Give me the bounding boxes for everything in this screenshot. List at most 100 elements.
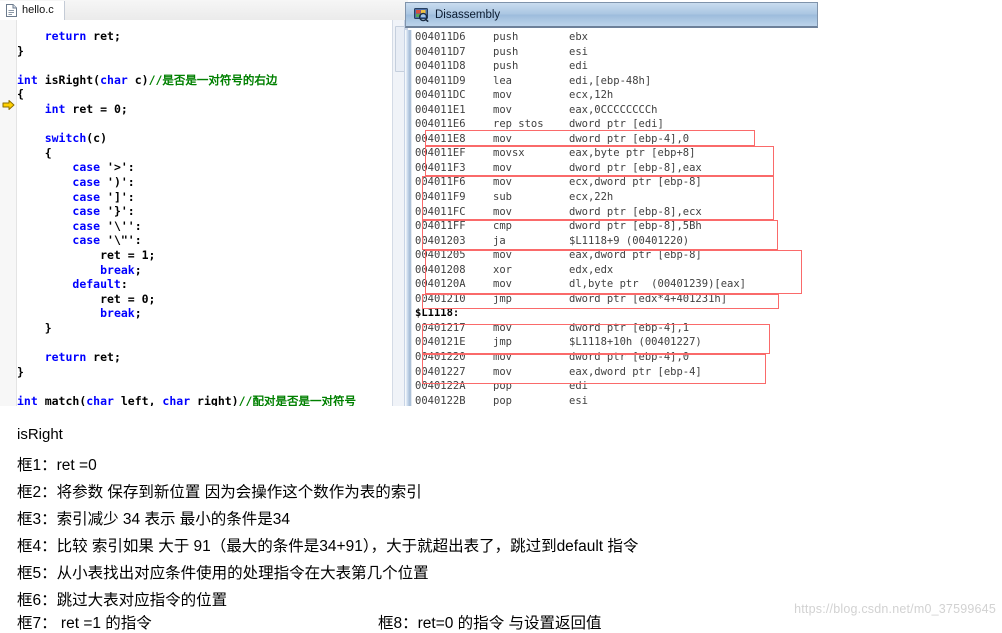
instruction-operands: ecx,12h bbox=[569, 89, 614, 102]
note-line-2: 框2：将参数 保存到新位置 因为会操作这个数作为表的索引 bbox=[17, 484, 422, 501]
code-line: case '}': bbox=[72, 204, 135, 219]
code-line: switch(c) bbox=[44, 131, 108, 146]
disassembly-row: 004011E1 mov eax,0CCCCCCCCh bbox=[415, 103, 1002, 118]
disassembly-listing[interactable]: 004011D6 push ebx 004011D7 push esi 004011D8 pu… bbox=[415, 30, 1002, 408]
disassembly-row: 004011D7 push esi bbox=[415, 45, 1002, 60]
code-line: int ret = 0; bbox=[44, 101, 128, 116]
editor-tab-strip: hello.c bbox=[0, 0, 408, 21]
instruction-mnemonic: push bbox=[493, 60, 519, 73]
instruction-mnemonic: lea bbox=[493, 74, 512, 87]
instruction-address: 004011F3 bbox=[415, 161, 466, 174]
document-icon bbox=[6, 3, 17, 17]
disassembly-window-icon bbox=[414, 7, 429, 22]
instruction-address: 004011F6 bbox=[415, 176, 466, 189]
code-line: default: bbox=[72, 277, 128, 292]
instruction-operands: edi bbox=[569, 60, 588, 73]
code-line: ret = 1; bbox=[17, 247, 156, 262]
instruction-mnemonic: sub bbox=[493, 191, 512, 204]
source-code-text[interactable]: return ret;} int isRight(char c)//是否是一对符… bbox=[17, 20, 391, 406]
instruction-operands: edi,[ebp-48h] bbox=[569, 74, 652, 87]
code-line: case ']': bbox=[72, 189, 135, 204]
disassembly-row: 004011D6 push ebx bbox=[415, 30, 1002, 45]
disassembly-left-rail bbox=[405, 30, 412, 406]
disassembly-row: 004011F6 mov ecx,dword ptr [ebp-8] bbox=[415, 175, 1002, 190]
instruction-mnemonic: movsx bbox=[493, 147, 525, 160]
instruction-mnemonic: mov bbox=[493, 132, 512, 145]
code-editor-window: hello.c return ret;} int isRight(char c)… bbox=[0, 0, 408, 407]
disassembly-title-label: Disassembly bbox=[435, 8, 501, 21]
instruction-operands: eax,0CCCCCCCCh bbox=[569, 103, 658, 116]
code-line: ret = 0; bbox=[17, 291, 156, 306]
instruction-mnemonic: jmp bbox=[493, 292, 512, 305]
instruction-mnemonic: mov bbox=[493, 321, 512, 334]
instruction-operands: eax,dword ptr [ebp-4] bbox=[569, 365, 702, 378]
instruction-operands: dword ptr [edi] bbox=[569, 118, 664, 131]
disassembly-row: 004011E6 rep stos dword ptr [edi] bbox=[415, 117, 1002, 132]
code-line: } bbox=[17, 43, 24, 58]
code-line: case '\'': bbox=[72, 218, 142, 233]
disassembly-row: 00401217 mov dword ptr [ebp-4],1 bbox=[415, 321, 1002, 336]
disassembly-title-bar[interactable]: Disassembly bbox=[405, 2, 818, 28]
instruction-mnemonic: ja bbox=[493, 234, 506, 247]
instruction-address: 0040122A bbox=[415, 380, 466, 393]
disassembly-window: Disassembly 004011D6 push ebx 004011D7 push e… bbox=[405, 2, 818, 407]
instruction-operands: dword ptr [ebp-8],5Bh bbox=[569, 220, 702, 233]
disassembly-row: 00401205 mov eax,dword ptr [ebp-8] bbox=[415, 248, 1002, 263]
code-line: return ret; bbox=[44, 350, 121, 365]
disassembly-row: 0040121E jmp $L1118+10h (00401227) bbox=[415, 335, 1002, 350]
code-line: int isRight(char c)//是否是一对符号的右边 bbox=[17, 72, 278, 87]
disassembly-row: 004011FC mov dword ptr [ebp-8],ecx bbox=[415, 205, 1002, 220]
code-line: break; bbox=[100, 306, 142, 321]
instruction-operands: eax,byte ptr [ebp+8] bbox=[569, 147, 696, 160]
instruction-mnemonic: push bbox=[493, 31, 519, 43]
instruction-address: 004011EF bbox=[415, 147, 466, 160]
disassembly-row: 004011F9 sub ecx,22h bbox=[415, 190, 1002, 205]
instruction-mnemonic: mov bbox=[493, 103, 512, 116]
instruction-mnemonic: mov bbox=[493, 365, 512, 378]
watermark-url: https://blog.csdn.net/m0_37599645 bbox=[794, 602, 996, 616]
instruction-operands: $L1118+9 (00401220) bbox=[569, 234, 690, 247]
code-line: { bbox=[17, 87, 24, 102]
instruction-address: 00401227 bbox=[415, 365, 466, 378]
instruction-operands: esi bbox=[569, 45, 588, 58]
instruction-mnemonic: jmp bbox=[493, 336, 512, 349]
disassembly-row: 004011E8 mov dword ptr [ebp-4],0 bbox=[415, 132, 1002, 147]
editor-tab-hello-c[interactable]: hello.c bbox=[0, 0, 65, 20]
instruction-operands: ebx bbox=[569, 31, 588, 43]
note-line-4: 框4：比较 索引如果 大于 91（最大的条件是34+91），大于就超出表了，跳过… bbox=[17, 538, 639, 555]
code-line: break; bbox=[100, 262, 142, 277]
instruction-address: 004011DC bbox=[415, 89, 466, 102]
instruction-address: 00401217 bbox=[415, 321, 466, 334]
disassembly-row: 00401220 mov dword ptr [ebp-4],0 bbox=[415, 350, 1002, 365]
disassembly-row: 004011DC mov ecx,12h bbox=[415, 88, 1002, 103]
instruction-mnemonic: xor bbox=[493, 263, 512, 276]
code-line: case ')': bbox=[72, 174, 135, 189]
editor-gutter[interactable] bbox=[0, 20, 17, 406]
instruction-operands: dword ptr [edx*4+401231h] bbox=[569, 292, 728, 305]
instruction-address: 0040121E bbox=[415, 336, 466, 349]
instruction-operands: dword ptr [ebp-8],ecx bbox=[569, 205, 702, 218]
instruction-mnemonic: cmp bbox=[493, 220, 512, 233]
editor-body: return ret;} int isRight(char c)//是否是一对符… bbox=[0, 20, 408, 407]
instruction-address: 00401203 bbox=[415, 234, 466, 247]
instruction-operands: ecx,22h bbox=[569, 191, 614, 204]
code-line: int match(char left, char right)//配对是否是一… bbox=[17, 393, 356, 406]
disassembly-body: 004011D6 push ebx 004011D7 push esi 004011D8 pu… bbox=[405, 30, 818, 407]
execution-arrow-icon bbox=[2, 98, 15, 110]
instruction-address: 004011F9 bbox=[415, 191, 466, 204]
code-line: } bbox=[17, 320, 52, 335]
instruction-address: 004011E6 bbox=[415, 118, 466, 131]
disassembly-row: 00401210 jmp dword ptr [edx*4+401231h] bbox=[415, 292, 1002, 307]
instruction-operands: eax,dword ptr [ebp-8] bbox=[569, 249, 702, 262]
editor-tab-label: hello.c bbox=[22, 4, 54, 16]
instruction-address: 004011D7 bbox=[415, 45, 466, 58]
instruction-operands: edx,edx bbox=[569, 263, 614, 276]
code-line: { bbox=[17, 145, 52, 160]
disassembly-label-row: $L1118: bbox=[415, 307, 460, 320]
instruction-operands: dword ptr [ebp-8],eax bbox=[569, 161, 702, 174]
instruction-mnemonic: mov bbox=[493, 205, 512, 218]
